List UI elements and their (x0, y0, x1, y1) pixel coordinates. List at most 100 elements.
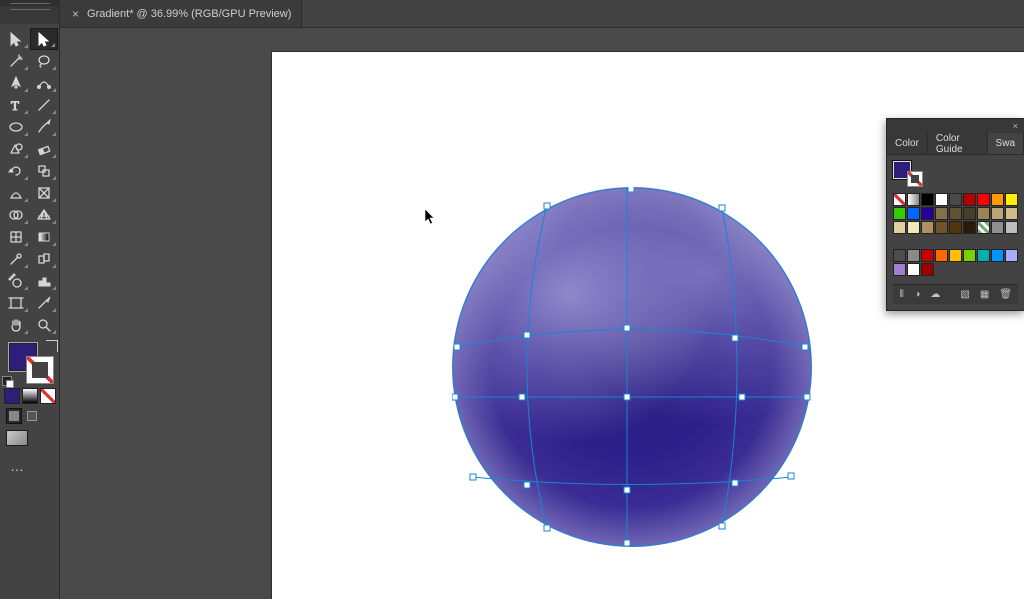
mesh-tool[interactable] (2, 226, 30, 248)
artboard-tool[interactable] (2, 292, 30, 314)
toolbox-drag-handle[interactable] (10, 3, 50, 10)
swatch[interactable] (949, 221, 962, 234)
panel-footer: ⫴ ◑ ☁ ▧ ▦ 🗑 (893, 284, 1018, 304)
direct-selection-tool[interactable] (30, 28, 58, 50)
canvas[interactable] (60, 28, 1024, 599)
new-swatch-icon[interactable]: ▦ (980, 288, 989, 302)
swatch[interactable] (977, 221, 990, 234)
swatch[interactable] (977, 249, 990, 262)
swatches-panel: × ColorColor GuideSwa ⫴ ◑ ☁ ▧ ▦ 🗑 (886, 118, 1024, 311)
swatch[interactable] (1005, 193, 1018, 206)
swatch[interactable] (907, 221, 920, 234)
swatch[interactable] (907, 249, 920, 262)
color-mode-solid[interactable] (4, 388, 20, 404)
swatch[interactable] (991, 249, 1004, 262)
swatch[interactable] (893, 221, 906, 234)
delete-swatch-icon[interactable]: 🗑 (999, 288, 1012, 302)
swatch[interactable] (991, 221, 1004, 234)
ellipse-tool[interactable] (2, 116, 30, 138)
eyedropper-tool[interactable] (2, 248, 30, 270)
mesh-overlay (452, 187, 812, 547)
scale-tool[interactable] (30, 160, 58, 182)
selection-tool[interactable] (2, 28, 30, 50)
hand-tool[interactable] (2, 314, 30, 336)
lasso-tool[interactable] (30, 50, 58, 72)
tools-panel: T … (0, 6, 60, 599)
panel-tab-color[interactable]: Color (887, 133, 928, 154)
swatch[interactable] (893, 249, 906, 262)
type-tool[interactable]: T (2, 94, 30, 116)
swatch[interactable] (963, 221, 976, 234)
width-tool[interactable] (2, 182, 30, 204)
symbol-sprayer-tool[interactable] (2, 270, 30, 292)
swatch[interactable] (893, 193, 906, 206)
swatch[interactable] (963, 193, 976, 206)
pen-tool[interactable] (2, 72, 30, 94)
magic-wand-tool[interactable] (2, 50, 30, 72)
swatch[interactable] (963, 207, 976, 220)
blend-tool[interactable] (30, 248, 58, 270)
panel-fill-stroke[interactable] (893, 161, 923, 187)
swatch[interactable] (1005, 207, 1018, 220)
color-mode-gradient[interactable] (22, 388, 38, 404)
default-fill-stroke-icon[interactable] (2, 376, 12, 386)
paintbrush-tool[interactable] (30, 116, 58, 138)
swatch[interactable] (963, 249, 976, 262)
panel-stroke-swatch[interactable] (907, 171, 923, 187)
fill-stroke-controls[interactable] (2, 340, 58, 386)
swatch[interactable] (991, 193, 1004, 206)
swatch[interactable] (893, 207, 906, 220)
swatch[interactable] (907, 263, 920, 276)
workspace: × Gradient* @ 36.99% (RGB/GPU Preview) (60, 0, 1024, 599)
free-transform-tool[interactable] (30, 182, 58, 204)
swap-fill-stroke-icon[interactable] (46, 340, 58, 352)
rotate-tool[interactable] (2, 160, 30, 182)
swatch[interactable] (949, 249, 962, 262)
swatch[interactable] (1005, 221, 1018, 234)
swatch-options-icon[interactable]: ☁ (930, 288, 940, 302)
zoom-tool[interactable] (30, 314, 58, 336)
panel-tab-swatches[interactable]: Swa (988, 133, 1024, 154)
swatch[interactable] (991, 207, 1004, 220)
panel-tab-color-guide[interactable]: Color Guide (928, 133, 988, 154)
swatch[interactable] (921, 207, 934, 220)
swatch[interactable] (977, 207, 990, 220)
swatch[interactable] (949, 207, 962, 220)
perspective-grid-tool[interactable] (30, 204, 58, 226)
curvature-tool[interactable] (30, 72, 58, 94)
swatch[interactable] (893, 263, 906, 276)
eraser-tool[interactable] (30, 138, 58, 160)
swatch-libraries-icon[interactable]: ⫴ (899, 288, 904, 302)
swatch-kinds-icon[interactable]: ◑ (914, 288, 920, 302)
swatch[interactable] (935, 221, 948, 234)
swatch[interactable] (907, 207, 920, 220)
color-mode-none[interactable] (40, 388, 56, 404)
close-tab-icon[interactable]: × (72, 7, 79, 21)
document-tab[interactable]: × Gradient* @ 36.99% (RGB/GPU Preview) (60, 0, 302, 27)
gradient-mesh-object[interactable] (452, 187, 812, 547)
swatch[interactable] (921, 193, 934, 206)
draw-behind[interactable] (24, 408, 40, 424)
new-group-icon[interactable]: ▧ (960, 288, 969, 302)
gradient-tool[interactable] (30, 226, 58, 248)
edit-toolbar-button[interactable]: … (10, 458, 59, 474)
swatch[interactable] (921, 249, 934, 262)
swatch[interactable] (949, 193, 962, 206)
slice-tool[interactable] (30, 292, 58, 314)
column-graph-tool[interactable] (30, 270, 58, 292)
swatch[interactable] (935, 207, 948, 220)
swatch[interactable] (921, 263, 934, 276)
swatch[interactable] (921, 221, 934, 234)
swatch[interactable] (935, 193, 948, 206)
screen-mode-button[interactable] (6, 430, 28, 446)
draw-normal[interactable] (6, 408, 22, 424)
swatch[interactable] (977, 193, 990, 206)
swatch[interactable] (935, 249, 948, 262)
panel-close-icon[interactable]: × (887, 119, 1024, 133)
line-segment-tool[interactable] (30, 94, 58, 116)
shape-builder-tool[interactable] (2, 204, 30, 226)
swatch[interactable] (1005, 249, 1018, 262)
stroke-swatch[interactable] (26, 356, 54, 384)
shaper-tool[interactable] (2, 138, 30, 160)
swatch[interactable] (907, 193, 920, 206)
